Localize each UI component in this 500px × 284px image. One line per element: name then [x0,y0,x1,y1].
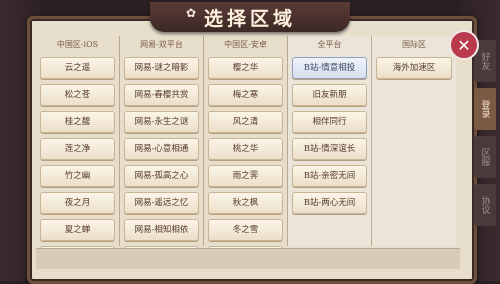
panel-title: 选择区域 [150,2,350,32]
column-header: 全平台 [317,40,342,49]
side-tabs: 好友 登录 区服 协议 [474,40,500,260]
server-button[interactable]: 桂之馥 [40,111,115,133]
server-button[interactable]: 旧友新朋 [292,84,367,106]
server-button[interactable]: 夏之蝉 [40,219,115,241]
server-button[interactable]: 海外加速区 [376,57,452,79]
column-international: 国际区 海外加速区 [372,36,456,246]
server-button[interactable]: 夜之月 [40,192,115,214]
server-list: 海外加速区 [376,57,452,79]
server-list: 网易-谜之暗影 网易-春樱共赏 网易-永生之谜 网易-心意相通 网易-孤高之心 … [124,57,199,258]
server-list: B站-情意相投 旧友新朋 相伴同行 B站-情深谊长 B站-亲密无间 B站-两心无… [292,57,367,214]
server-button[interactable]: 网易-遥远之忆 [124,192,199,214]
server-button[interactable]: 冬之雪 [208,219,283,241]
server-button[interactable]: 桃之华 [208,138,283,160]
server-button[interactable]: 莲之净 [40,138,115,160]
side-tab[interactable]: 协议 [474,184,496,226]
server-button[interactable]: B站-情深谊长 [292,138,367,160]
server-button-selected[interactable]: B站-情意相投 [292,57,367,79]
server-button[interactable]: 云之遥 [40,57,115,79]
server-button[interactable]: 网易-孤高之心 [124,165,199,187]
server-button[interactable]: 风之清 [208,111,283,133]
server-button[interactable]: 雨之霁 [208,165,283,187]
server-button[interactable]: 竹之幽 [40,165,115,187]
server-button[interactable]: 相伴同行 [292,111,367,133]
column-netease: 网易-双平台 网易-谜之暗影 网易-春樱共赏 网易-永生之谜 网易-心意相通 网… [120,36,204,258]
server-button[interactable]: 网易-相知相依 [124,219,199,241]
side-tab[interactable]: 区服 [474,136,496,178]
server-button[interactable]: 秋之枫 [208,192,283,214]
close-button[interactable]: ✕ [449,30,479,60]
server-button[interactable]: B站-两心无间 [292,192,367,214]
server-button[interactable]: 梅之寒 [208,84,283,106]
panel-footer [36,248,460,269]
column-ios: 中国区-iOS 云之遥 松之苍 桂之馥 莲之净 竹之幽 夜之月 夏之蝉 [36,36,120,258]
server-list: 樱之华 梅之寒 风之清 桃之华 雨之霁 秋之枫 冬之雪 [208,57,283,258]
server-button[interactable]: 网易-春樱共赏 [124,84,199,106]
server-button[interactable]: 松之苍 [40,84,115,106]
server-button[interactable]: B站-亲密无间 [292,165,367,187]
server-button[interactable]: 网易-心意相通 [124,138,199,160]
close-icon: ✕ [457,35,471,55]
side-tab-active[interactable]: 登录 [474,88,496,130]
server-button[interactable]: 网易-永生之谜 [124,111,199,133]
column-all-platform: 全平台 B站-情意相投 旧友新朋 相伴同行 B站-情深谊长 B站-亲密无间 B站… [288,36,372,246]
column-header: 国际区 [402,40,426,49]
flower-icon: ✿ [186,6,197,20]
server-columns: 中国区-iOS 云之遥 松之苍 桂之馥 莲之净 竹之幽 夜之月 夏之蝉 网易-双… [36,36,460,258]
column-header: 中国区-iOS [56,40,99,49]
column-android: 中国区-安卓 樱之华 梅之寒 风之清 桃之华 雨之霁 秋之枫 冬之雪 [204,36,288,258]
server-button[interactable]: 樱之华 [208,57,283,79]
server-list: 云之遥 松之苍 桂之馥 莲之净 竹之幽 夜之月 夏之蝉 [40,57,115,258]
server-button[interactable]: 网易-谜之暗影 [124,57,199,79]
column-header: 中国区-安卓 [224,40,267,49]
column-header: 网易-双平台 [140,40,183,49]
